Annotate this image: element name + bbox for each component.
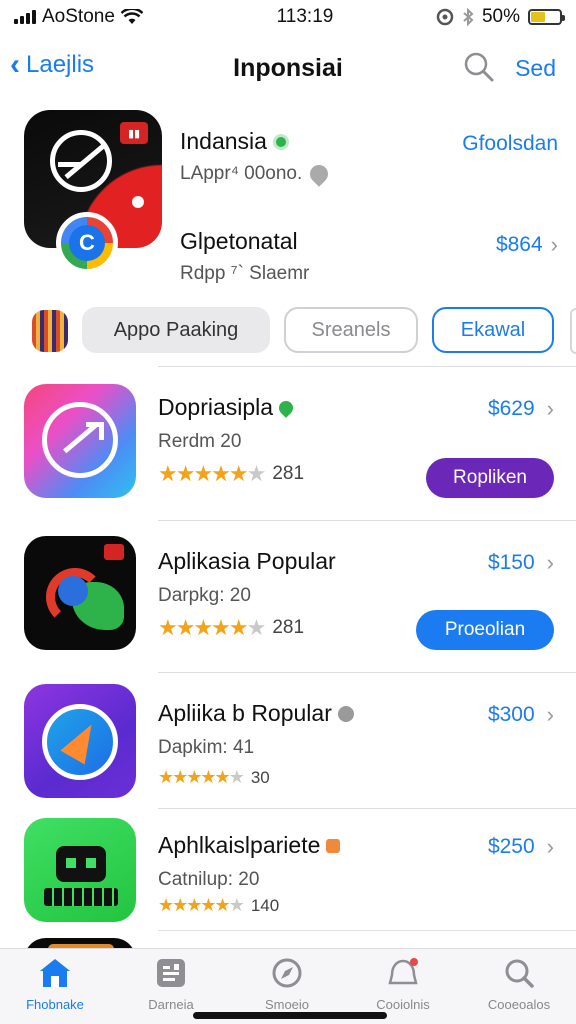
- back-label: Laejlis: [26, 51, 95, 78]
- star-rating-icon: ★★★★★★: [158, 895, 245, 915]
- info-icon: [337, 705, 354, 722]
- featured-secondary-subtitle: Rdpp ⁷` Slaemr: [180, 263, 310, 284]
- document-icon: [157, 959, 185, 987]
- location-pin-icon: [276, 397, 296, 418]
- location-pin-icon: [306, 161, 332, 187]
- featured-primary-link[interactable]: Gfoolsdan: [462, 132, 558, 156]
- verified-icon: [272, 133, 289, 150]
- tab-documents[interactable]: Darneia: [116, 957, 226, 1012]
- divider: [158, 930, 576, 931]
- search-icon: [505, 959, 534, 988]
- rating-count: 140: [250, 895, 280, 915]
- wifi-icon: [120, 9, 143, 24]
- app-icon[interactable]: [24, 684, 136, 798]
- featured-primary-name: Indansia: [180, 128, 267, 154]
- list-item[interactable]: Aphlkaislpariete Catnilup: 20 ★★★★★★ 140 …: [22, 818, 576, 922]
- app-price[interactable]: $150: [488, 551, 535, 575]
- divider: [158, 520, 576, 521]
- tab-label: Smoeio: [264, 997, 310, 1012]
- home-indicator[interactable]: [193, 1012, 387, 1019]
- featured-section: ▮▮ C Indansia LAppr⁴ 00ono. Gfoolsdan Gl…: [22, 108, 558, 284]
- app-price[interactable]: $629: [488, 397, 535, 421]
- tab-search[interactable]: Cooeoalos: [464, 957, 574, 1012]
- star-rating-icon: ★★★★★★: [158, 767, 245, 787]
- app-icon[interactable]: [24, 818, 136, 922]
- divider: [158, 672, 576, 673]
- rating-count: 281: [272, 463, 305, 484]
- featured-primary-row[interactable]: Indansia LAppr⁴ 00ono. Gfoolsdan: [180, 128, 558, 187]
- list-item[interactable]: [22, 938, 576, 948]
- featured-primary-subtitle: LAppr⁴ 00ono.: [180, 163, 303, 184]
- filter-chip-selected[interactable]: Ekawal: [432, 307, 554, 353]
- tab-explore[interactable]: Smoeio: [232, 957, 342, 1012]
- star-rating-icon: ★★★★★★: [158, 461, 266, 486]
- list-item[interactable]: Apliika b Ropular Dapkim: 41 ★★★★★★ 30 $3…: [22, 684, 576, 798]
- chevron-right-icon: ›: [546, 550, 554, 575]
- battery-percent: 50%: [481, 6, 520, 27]
- filter-overflow-chip[interactable]: [570, 308, 576, 354]
- featured-secondary-row[interactable]: Glpetonatal Rdpp ⁷` Slaemr $864 ›: [180, 228, 558, 285]
- rating-count: 30: [250, 767, 270, 787]
- bluetooth-icon: [463, 8, 474, 26]
- featured-secondary-name: Glpetonatal: [180, 228, 298, 254]
- chevron-right-icon: ›: [546, 702, 554, 727]
- app-subtitle: Dapkim: 41: [158, 737, 255, 758]
- tab-notifications[interactable]: Cooiolnis: [348, 957, 458, 1012]
- divider: [158, 808, 576, 809]
- navigation-bar: ‹ Laejlis Inponsiai Sed: [0, 44, 576, 90]
- tab-label: Darneia: [148, 997, 194, 1012]
- chevron-left-icon: ‹: [10, 48, 20, 81]
- carrier-name: AoStone: [42, 6, 115, 27]
- tab-label: Fhobnake: [26, 997, 84, 1012]
- lock-icon: [326, 838, 341, 853]
- screen-lock-icon: [436, 8, 454, 26]
- divider: [158, 366, 576, 367]
- avatar[interactable]: [32, 310, 68, 352]
- featured-badge-icon: ▮▮: [120, 122, 148, 144]
- app-name: Aphlkaislpariete: [158, 832, 321, 858]
- filter-chip-second[interactable]: Sreanels: [284, 307, 418, 353]
- nav-action-button[interactable]: Sed: [515, 55, 556, 82]
- star-rating-icon: ★★★★★★: [158, 615, 266, 640]
- app-subtitle: Darpkg: 20: [158, 585, 251, 606]
- app-name: Dopriasipla: [158, 394, 274, 420]
- app-subtitle: Catnilup: 20: [158, 869, 260, 890]
- sub-app-icon: C: [56, 212, 118, 274]
- list-item[interactable]: Dopriasipla Rerdm 20 ★★★★★★ 281 $629 › Rop…: [22, 384, 576, 502]
- app-action-button[interactable]: Proeolian: [416, 610, 554, 650]
- status-time: 113:19: [276, 6, 334, 27]
- notification-icon: [388, 958, 418, 985]
- app-action-button[interactable]: Ropliken: [426, 458, 554, 498]
- app-price[interactable]: $250: [488, 835, 535, 859]
- tab-label: Cooiolnis: [376, 997, 430, 1012]
- search-icon[interactable]: [462, 50, 496, 84]
- featured-secondary-price[interactable]: $864: [496, 233, 543, 257]
- tab-label: Cooeoalos: [487, 997, 551, 1012]
- chevron-right-icon: ›: [546, 396, 554, 421]
- app-price[interactable]: $300: [488, 703, 535, 727]
- battery-icon: [528, 9, 565, 25]
- app-subtitle: Rerdm 20: [158, 431, 242, 452]
- list-item[interactable]: Aplikasia Popular Darpkg: 20 ★★★★★★ 281 $…: [22, 536, 576, 654]
- filter-chip-row: Appo Paaking Sreanels Ekawal: [30, 306, 576, 356]
- app-icon[interactable]: [24, 384, 136, 498]
- back-button[interactable]: ‹ Laejlis: [10, 50, 94, 80]
- home-icon: [40, 959, 70, 987]
- compass-icon: [272, 958, 302, 988]
- app-name: Apliika b Ropular: [158, 700, 332, 726]
- rating-count: 281: [272, 617, 305, 638]
- status-bar: AoStone 113:19 50%: [0, 0, 576, 34]
- app-name: Aplikasia Popular: [158, 548, 336, 574]
- tab-home[interactable]: Fhobnake: [0, 957, 110, 1012]
- filter-chip-ranking[interactable]: Appo Paaking: [82, 307, 270, 353]
- signal-icon: [14, 10, 36, 24]
- app-icon[interactable]: [24, 536, 136, 650]
- app-icon[interactable]: [24, 938, 136, 948]
- chevron-right-icon: ›: [550, 232, 558, 257]
- chevron-right-icon: ›: [546, 834, 554, 859]
